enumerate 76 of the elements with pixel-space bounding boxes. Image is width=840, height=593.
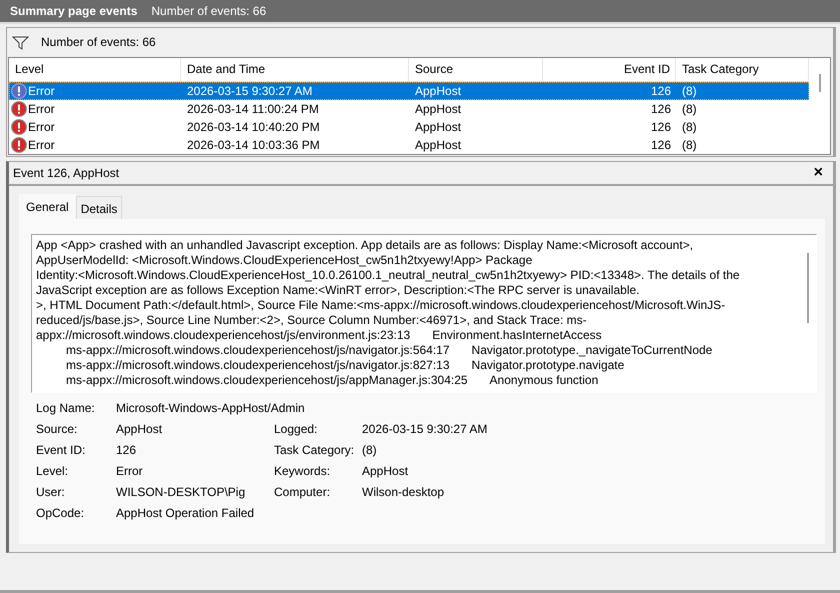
table-cell-text: AppHost — [414, 138, 462, 152]
field-label: Keywords: — [274, 464, 332, 479]
event-row[interactable]: Error 2026-03-14 11:00:24 PM AppHost 126 (8) — [9, 100, 809, 118]
column-header[interactable]: Level — [9, 58, 181, 81]
column-header[interactable]: Source — [409, 58, 543, 81]
description-line: AppUserModelId: <Microsoft.Windows.CloudExperienceHost_cw5n1h2txyewy!App> Package — [36, 253, 534, 268]
field-label: Logged: — [274, 422, 318, 437]
table-cell-text: 2026-03-14 11:00:24 PM — [186, 102, 320, 116]
event-row[interactable]: Error 2026-03-15 9:30:27 AM AppHost 126 (8) — [9, 82, 809, 100]
table-cell: Error — [28, 138, 55, 152]
table-cell-text: (8) — [681, 138, 698, 152]
event-row[interactable]: Error 2026-03-14 10:40:20 PM AppHost 126 (8) — [9, 118, 809, 136]
detail-title: Event 126, AppHost — [13, 166, 120, 180]
stack-function: Navigator.prototype._navigateToCurrentNode — [472, 343, 712, 358]
event-row[interactable]: Error 2026-03-14 10:03:36 PM AppHost 126 (8) — [9, 136, 809, 154]
field-label: Event ID: — [36, 443, 86, 458]
field-value: 2026-03-15 9:30:27 AM — [362, 422, 488, 437]
field-value: WILSON-DESKTOP\Pig — [116, 485, 246, 500]
stack-location: ms-appx://microsoft.windows.cloudexperiencehost/js/appManager.js:304:25 — [66, 373, 468, 388]
field-value: AppHost — [362, 464, 410, 479]
field-value: Wilson-desktop — [362, 485, 446, 500]
field-label: User: — [36, 485, 66, 500]
field-value: AppHost — [116, 422, 164, 437]
filter-icon — [12, 36, 29, 50]
table-cell-text: (8) — [681, 120, 698, 134]
description-box[interactable] — [31, 234, 817, 393]
error-icon — [11, 100, 27, 117]
table-cell-text: 2026-03-15 9:30:27 AM — [186, 84, 314, 98]
field-value: AppHost Operation Failed — [116, 506, 256, 521]
description-line: >, HTML Document Path:</default.html>, Source File Name:<ms-appx://microsoft.windows.cloudexperiencehost/Microsoft.WinJS- — [36, 298, 726, 313]
table-cell-text: (8) — [681, 84, 698, 98]
table-cell-text: 126 — [650, 102, 672, 116]
table-cell-text: (8) — [681, 102, 698, 116]
table-cell-text: AppHost — [414, 102, 462, 116]
field-label: Task Category: — [274, 443, 356, 458]
table-cell-text: 2026-03-14 10:40:20 PM — [186, 120, 321, 134]
field-label: Log Name: — [36, 401, 96, 416]
stack-function: Anonymous function — [490, 373, 598, 388]
field-label: Source: — [36, 422, 78, 437]
scrollbar-thumb[interactable] — [807, 253, 809, 323]
table-cell: Error — [28, 84, 55, 98]
description-line: JavaScript exception are as follows Exception Name:<WinRT error>, Description:<The RPC server is unavailable. — [36, 283, 640, 298]
field-value: Microsoft-Windows-AppHost/Admin — [116, 401, 306, 416]
description-line: reduced/js/base.js>, Source Line Number:<2>, Source Column Number:<46971>, and Stack Trace: ms- — [36, 313, 588, 328]
stack-function: Navigator.prototype.navigate — [472, 358, 624, 373]
table-cell: Error — [28, 120, 55, 134]
field-value: 126 — [116, 443, 138, 458]
table-cell: Error — [28, 102, 55, 116]
filter-count: Number of events: 66 — [41, 35, 156, 50]
table-cell-text: 126 — [650, 138, 672, 152]
stack-function: Environment.hasInternetAccess — [432, 328, 602, 343]
tab[interactable]: Details — [76, 196, 122, 219]
column-header[interactable]: Event ID — [543, 58, 676, 81]
error-icon — [11, 82, 27, 99]
table-cell-text: 126 — [650, 120, 672, 134]
scrollbar-thumb[interactable] — [818, 74, 820, 92]
description-line: App <App> crashed with an unhandled Javascript exception. App details are as follows: Display Name:<Microsoft account>, — [36, 238, 694, 253]
field-label: Level: — [36, 464, 70, 479]
table-cell-text: 2026-03-14 10:03:36 PM — [186, 138, 321, 152]
table-cell-text: AppHost — [414, 120, 462, 134]
table-cell-text: AppHost — [414, 84, 462, 98]
stack-location: ms-appx://microsoft.windows.cloudexperiencehost/js/navigator.js:564:17 — [66, 343, 450, 358]
field-label: Computer: — [274, 485, 332, 500]
field-value: Error — [116, 464, 144, 479]
stack-location: appx://microsoft.windows.cloudexperiencehost/js/environment.js:23:13 — [36, 328, 410, 343]
field-value: (8) — [362, 443, 378, 458]
error-icon — [11, 118, 27, 135]
field-label: OpCode: — [36, 506, 86, 521]
event-count: Number of events: 66 — [151, 4, 266, 18]
stack-location: ms-appx://microsoft.windows.cloudexperiencehost/js/navigator.js:827:13 — [66, 358, 450, 373]
table-cell-text: 126 — [650, 84, 672, 98]
description-line: Identity:<Microsoft.Windows.CloudExperienceHost_10.0.26100.1_neutral_neutral_cw5n1h2txyewy> PID:<13348>. The details of the — [36, 268, 741, 283]
tab[interactable]: General — [19, 194, 76, 219]
column-header[interactable]: Date and Time — [181, 58, 409, 81]
panel-title: Summary page events — [10, 4, 138, 18]
close-button[interactable]: × — [812, 166, 825, 180]
